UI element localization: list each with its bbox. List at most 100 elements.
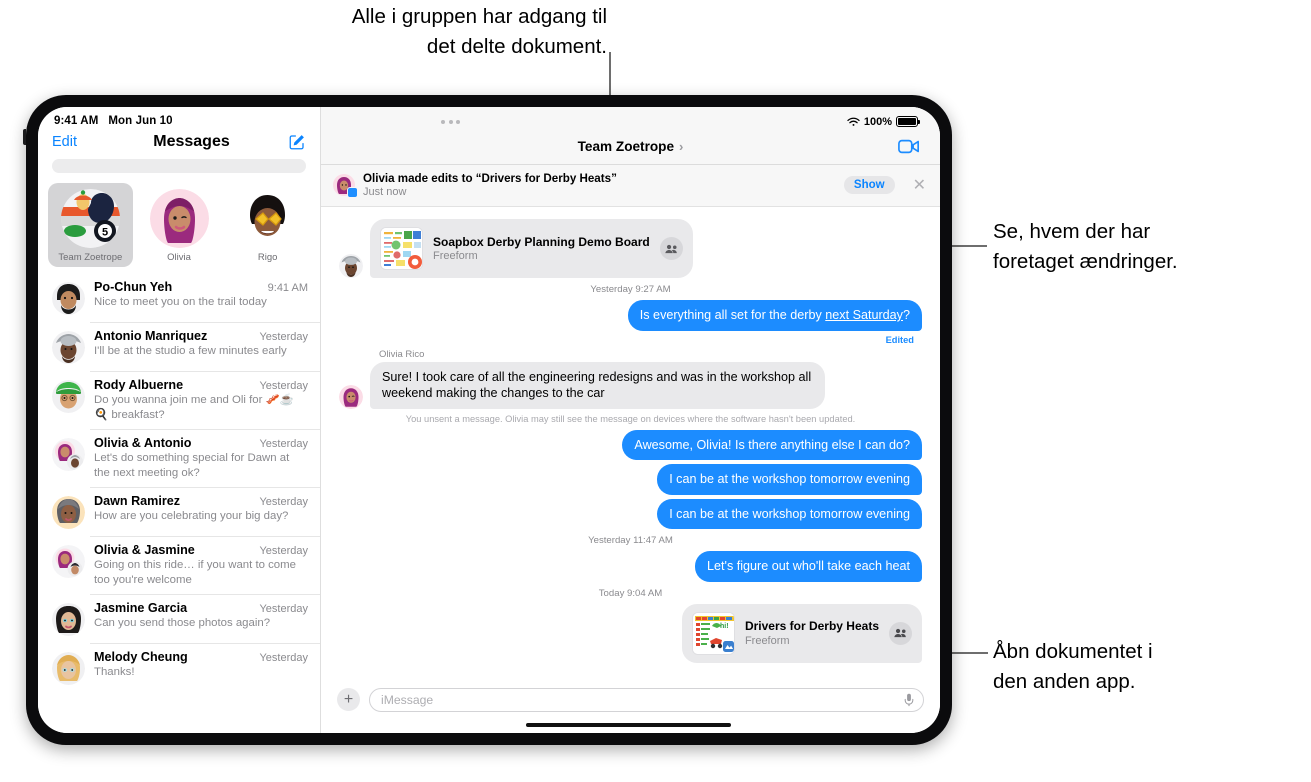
status-indicators: 100% [847,115,920,128]
conversation-preview: Let's do something special for Dawn at t… [94,452,290,479]
conversation-list: Po-Chun Yeh 9:41 AM Nice to meet you on … [38,273,320,733]
message-row-outgoing-2: Awesome, Olivia! Is there anything else … [339,429,922,460]
conversation-row-po-chun-yeh[interactable]: Po-Chun Yeh 9:41 AM Nice to meet you on … [38,273,320,322]
status-bar-left: 9:41 AM Mon Jun 10 [38,107,320,129]
microphone-icon[interactable] [904,693,914,707]
message-row-outgoing-1: Is everything all set for the derby next… [339,300,928,331]
message-bubble-outgoing[interactable]: I can be at the workshop tomorrow evenin… [657,498,927,529]
pinned-item-olivia[interactable]: Olivia [137,183,222,267]
message-row-doc-top: Soapbox Derby Planning Demo Board Freefo… [339,219,922,278]
unsent-notice: You unsent a message. Olivia may still s… [405,413,856,424]
pinned-item-team-zoetrope[interactable]: 5 Team Zoetrope [48,183,133,267]
conversation-time: Yesterday [259,380,308,392]
document-name: Soapbox Derby Planning Demo Board [433,234,650,249]
search-input[interactable] [52,159,306,173]
conversation-time: Yesterday [259,496,308,508]
messages-sidebar: 9:41 AM Mon Jun 10 Edit Messages 5 Team … [38,107,321,733]
edits-notification-banner: Olivia made edits to “Drivers for Derby … [321,165,940,207]
conversation-time: Yesterday [259,652,308,664]
conversation-name: Po-Chun Yeh [94,280,173,294]
message-bubble-incoming[interactable]: Sure! I took care of all the engineering… [370,361,825,409]
message-composer: + iMessage [321,679,940,718]
pinned-item-rigo[interactable]: Rigo [225,183,310,267]
page-title: Messages [153,133,230,150]
imessage-input[interactable]: iMessage [369,687,924,712]
message-bubble-outgoing[interactable]: I can be at the workshop tomorrow evenin… [657,464,922,495]
battery-percentage: 100% [863,115,892,128]
message-row-doc-bottom: hi! Drivers for Derby Heats Freeform [339,603,922,663]
conversation-name: Olivia & Jasmine [94,543,195,557]
document-card-drivers-for-derby-heats[interactable]: hi! Drivers for Derby Heats Freeform [681,603,922,663]
avatar [52,496,85,529]
home-indicator[interactable] [526,722,731,727]
document-thumbnail: hi! [691,611,735,655]
timestamp-2: Yesterday 11:47 AM [588,535,673,546]
message-row-outgoing-4: I can be at the workshop tomorrow evenin… [339,498,927,529]
facetime-video-icon[interactable] [898,139,920,154]
document-meta: Soapbox Derby Planning Demo Board Freefo… [433,235,650,263]
conversation-title[interactable]: Team Zoetrope › [578,139,684,154]
wifi-icon [847,117,860,127]
message-row-outgoing-3: I can be at the workshop tomorrow evenin… [339,464,922,495]
avatar-group [52,545,85,578]
callout-right-bottom-text: Åbn dokumentet i den anden app. [993,640,1153,693]
imessage-placeholder: iMessage [381,692,434,707]
message-text-part1: Is everything all set for the derby [639,308,826,322]
message-row-outgoing-5: Let's figure out who'll take each heat [339,551,927,582]
conversation-row-olivia-jasmine[interactable]: Olivia & Jasmine Yesterday Going on this… [38,536,320,594]
avatar [52,603,85,636]
avatar-group [52,438,85,471]
conversation-row-antonio-manriquez[interactable]: Antonio Manriquez Yesterday I'll be at t… [38,322,320,371]
conversation-preview: I'll be at the studio a few minutes earl… [94,345,287,357]
app-badge-icon [347,187,358,198]
message-list: Soapbox Derby Planning Demo Board Freefo… [321,207,940,679]
avatar-team-zoetrope: 5 [60,189,120,248]
conversation-time: 9:41 AM [267,282,308,294]
conversation-preview: Can you send those photos again? [94,617,271,629]
close-icon[interactable]: ✕ [913,175,926,195]
compose-icon[interactable] [288,133,306,151]
document-name: Drivers for Derby Heats [744,619,879,634]
conversation-time: Yesterday [259,603,308,615]
message-link-next-saturday[interactable]: next Saturday [825,308,903,322]
conversation-body: Olivia & Jasmine Yesterday Going on this… [94,543,308,587]
conversation-row-dawn-ramirez[interactable]: Dawn Ramirez Yesterday How are you celeb… [38,487,320,536]
avatar-olivia-small [339,384,363,409]
conversation-row-olivia-antonio[interactable]: Olivia & Antonio Yesterday Let's do some… [38,429,320,487]
document-card-soapbox-derby[interactable]: Soapbox Derby Planning Demo Board Freefo… [370,219,693,278]
conversation-name: Antonio Manriquez [94,329,208,343]
conversation-row-melody-cheung[interactable]: Melody Cheung Yesterday Thanks! [38,643,320,692]
message-bubble-outgoing[interactable]: Let's figure out who'll take each heat [695,551,927,582]
people-icon[interactable] [889,621,912,645]
svg-text:5: 5 [102,227,108,239]
conversation-time: Yesterday [259,545,308,557]
plus-icon[interactable]: + [337,688,360,711]
conversation-row-jasmine-garcia[interactable]: Jasmine Garcia Yesterday Can you send th… [38,594,320,643]
avatar-rigo [238,189,298,248]
battery-icon [896,116,920,127]
message-bubble-outgoing[interactable]: Is everything all set for the derby next… [627,300,928,331]
conversation-panel: 100% Team Zoetrope › Olivia made edits t… [321,107,940,733]
conversation-body: Olivia & Antonio Yesterday Let's do some… [94,436,308,480]
conversation-preview: Do you wanna join me and Oli for 🥓☕🍳 bre… [94,394,294,421]
show-button[interactable]: Show [843,176,895,194]
avatar [52,282,85,315]
conversation-name: Rody Albuerne [94,378,184,392]
conversation-row-rody-albuerne[interactable]: Rody Albuerne Yesterday Do you wanna joi… [38,371,320,429]
conversation-preview: How are you celebrating your big day? [94,510,289,522]
banner-text: Olivia made edits to “Drivers for Derby … [363,172,836,198]
edit-button[interactable]: Edit [52,134,77,150]
people-icon[interactable] [659,237,683,260]
message-bubble-outgoing[interactable]: Awesome, Olivia! Is there anything else … [622,429,922,460]
status-bar-right: 100% [321,107,940,129]
conversation-name: Jasmine Garcia [94,601,188,615]
avatar [52,331,85,364]
edited-label: Edited [885,334,914,345]
banner-title: Olivia made edits to “Drivers for Derby … [363,172,617,185]
document-thumbnail [380,227,423,270]
more-dots-icon[interactable] [441,119,460,124]
pinned-label: Olivia [167,252,191,263]
conversation-preview: Going on this ride… if you want to come … [94,559,296,586]
screenshot-root: Alle i gruppen har adgang til det delte … [0,0,1311,782]
conversation-title-text: Team Zoetrope [577,139,675,154]
